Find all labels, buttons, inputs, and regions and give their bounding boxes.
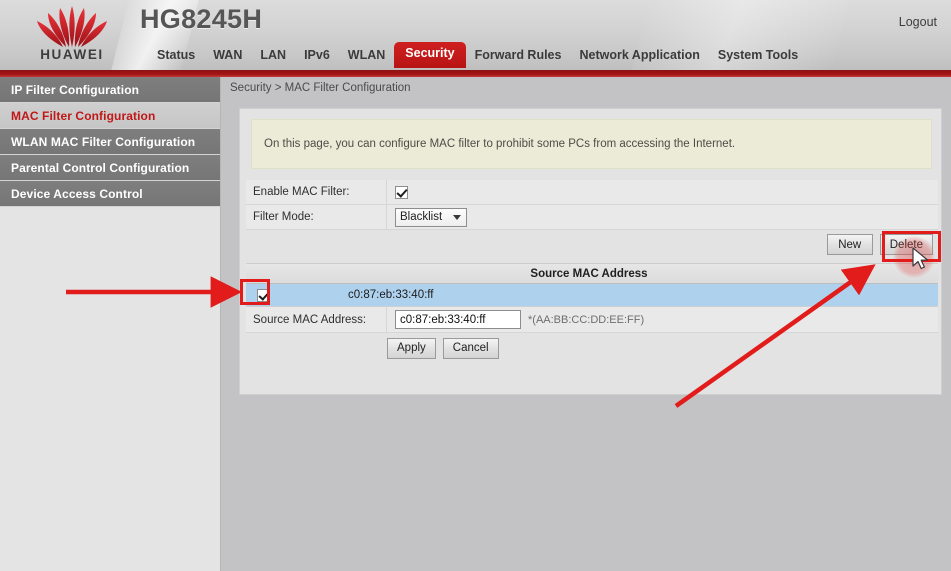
delete-button[interactable]: Delete bbox=[879, 234, 933, 255]
enable-mac-filter-label: Enable MAC Filter: bbox=[246, 179, 387, 205]
sidebar-item-device-access-control[interactable]: Device Access Control bbox=[0, 181, 220, 207]
table-header-row: Source MAC Address bbox=[246, 263, 938, 284]
logout-link[interactable]: Logout bbox=[899, 15, 937, 29]
enable-mac-filter-row: Enable MAC Filter: bbox=[246, 179, 938, 205]
nav-item-system-tools[interactable]: System Tools bbox=[709, 44, 807, 68]
chevron-down-icon bbox=[453, 214, 461, 220]
huawei-logo-text: HUAWEI bbox=[40, 47, 104, 62]
nav-item-ipv6[interactable]: IPv6 bbox=[295, 44, 339, 68]
table-row[interactable]: c0:87:eb:33:40:ff bbox=[246, 284, 938, 307]
table-toolbar: New Delete bbox=[826, 234, 933, 255]
nav-item-security[interactable]: Security bbox=[394, 42, 466, 68]
content-area: Security > MAC Filter Configuration On t… bbox=[222, 77, 951, 571]
nav-item-forward-rules[interactable]: Forward Rules bbox=[466, 44, 571, 68]
form-actions: Apply Cancel bbox=[246, 333, 938, 363]
table-header-source-mac-address: Source MAC Address bbox=[530, 267, 648, 280]
huawei-logo: HUAWEI bbox=[16, 4, 128, 66]
sidebar-item-wlan-mac-filter-configuration[interactable]: WLAN MAC Filter Configuration bbox=[0, 129, 220, 155]
nav-item-network-application[interactable]: Network Application bbox=[570, 44, 708, 68]
sidebar-item-ip-filter-configuration[interactable]: IP Filter Configuration bbox=[0, 77, 220, 103]
enable-mac-filter-checkbox[interactable] bbox=[395, 185, 408, 199]
nav-item-wlan[interactable]: WLAN bbox=[339, 44, 395, 68]
row-select-checkbox[interactable] bbox=[256, 288, 270, 302]
router-admin-page: HUAWEI HG8245H Logout Status WAN LAN IPv… bbox=[0, 0, 951, 571]
sidebar-item-parental-control-configuration[interactable]: Parental Control Configuration bbox=[0, 155, 220, 181]
nav-item-lan[interactable]: LAN bbox=[251, 44, 295, 68]
page-header: HUAWEI HG8245H Logout Status WAN LAN IPv… bbox=[0, 0, 951, 70]
cancel-button[interactable]: Cancel bbox=[442, 337, 499, 359]
filter-mode-select[interactable]: Blacklist bbox=[395, 207, 467, 227]
source-mac-address-hint: *(AA:BB:CC:DD:EE:FF) bbox=[528, 313, 645, 326]
filter-mode-label: Filter Mode: bbox=[246, 204, 387, 230]
filter-mode-row: Filter Mode: Blacklist bbox=[246, 204, 938, 230]
source-mac-address-row: Source MAC Address: c0:87:eb:33:40:ff *(… bbox=[246, 306, 938, 333]
sidebar: IP Filter Configuration MAC Filter Confi… bbox=[0, 77, 221, 571]
header-accent-bar bbox=[0, 70, 951, 77]
nav-item-status[interactable]: Status bbox=[148, 44, 204, 68]
main-nav: Status WAN LAN IPv6 WLAN Security Forwar… bbox=[148, 42, 807, 70]
filter-mode-value: Blacklist bbox=[400, 211, 443, 223]
apply-button[interactable]: Apply bbox=[387, 337, 436, 359]
info-notice: On this page, you can configure MAC filt… bbox=[251, 119, 932, 169]
row-source-mac-address: c0:87:eb:33:40:ff bbox=[348, 289, 434, 301]
source-mac-address-label: Source MAC Address: bbox=[246, 306, 387, 333]
huawei-flower-logo-icon bbox=[37, 6, 107, 47]
device-model-title: HG8245H bbox=[140, 4, 263, 34]
new-button[interactable]: New bbox=[826, 234, 873, 255]
sidebar-item-mac-filter-configuration[interactable]: MAC Filter Configuration bbox=[0, 103, 220, 129]
breadcrumb: Security > MAC Filter Configuration bbox=[230, 82, 411, 94]
nav-item-wan[interactable]: WAN bbox=[204, 44, 251, 68]
source-mac-address-input[interactable]: c0:87:eb:33:40:ff bbox=[395, 310, 521, 329]
mac-filter-panel: On this page, you can configure MAC filt… bbox=[239, 108, 942, 395]
